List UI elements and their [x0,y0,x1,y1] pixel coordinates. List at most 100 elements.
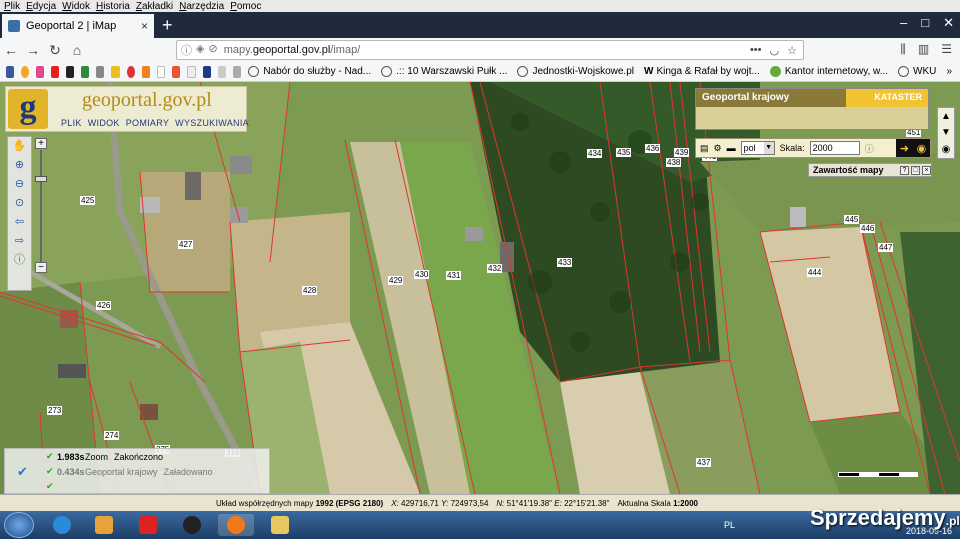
menu-narzedzia[interactable]: Narzędzia [179,1,224,12]
kataster-label[interactable]: KATASTER [846,89,928,107]
print-icon[interactable]: ▤ [700,143,709,154]
site-security-icons[interactable]: ⓘ ◈ ⊘ [181,42,218,58]
site-icon[interactable] [66,65,75,78]
bookmark-star-icon[interactable]: ☆ [787,44,797,57]
parcel-label: 444 [807,268,823,277]
map-content-panel[interactable]: Zawartość mapy ? □ × [808,163,932,177]
reload-icon[interactable]: ↻ [44,42,66,59]
url-bar[interactable]: ⓘ ◈ ⊘ mapy. geoportal.gov.pl/imap/ ••• ◡ ☆ [176,40,804,60]
taskbar-app[interactable] [262,514,298,536]
site-icon[interactable] [233,65,242,78]
menu-pomiary[interactable]: POMIARY [126,118,169,128]
new-tab-button[interactable]: + [162,16,173,34]
previous-view-icon[interactable]: ⇦ [8,213,31,232]
pocket-icon[interactable]: ◡ [770,44,780,57]
language-indicator[interactable]: PL [724,520,735,530]
site-icon[interactable] [126,65,135,78]
start-button[interactable] [4,512,34,538]
parcel-label: 433 [557,258,573,267]
side-buttons: ▲ ▼ ◉ [937,107,955,159]
menu-widok[interactable]: Widok [62,1,90,12]
bookmark-item[interactable]: .:: 10 Warszawski Pułk ... [381,66,507,77]
menu-plik-app[interactable]: PLIK [61,118,82,128]
help-small-icon[interactable]: ? [900,165,909,175]
minimize-icon[interactable]: – [900,15,907,31]
site-icon[interactable] [96,65,105,78]
overview-title: Geoportal krajowy [696,89,848,107]
library-icon[interactable]: ⫼ [900,42,906,57]
car-icon[interactable]: ▬ [727,143,736,153]
zoom-extent-icon[interactable]: ⊙ [8,194,31,213]
info-tool-icon[interactable]: ⓘ [8,251,31,270]
more-bookmarks-icon[interactable]: » [946,66,952,77]
up-arrow-icon[interactable]: ▲ [941,111,951,122]
close-panel-icon[interactable]: × [922,165,931,175]
site-icon[interactable] [156,65,166,78]
site-icon[interactable] [203,65,212,78]
menu-widok-app[interactable]: WIDOK [88,118,120,128]
menu-zakladki[interactable]: Zakładki [136,1,173,12]
log-row: 1.983s Zoom Zakończono [57,452,164,462]
zoom-minus-icon[interactable]: − [35,262,47,273]
menu-plik[interactable]: Plik [4,1,20,12]
taskbar-app[interactable] [130,514,166,536]
zoom-slider[interactable]: + − [35,138,47,274]
explorer-folder-icon [271,516,289,534]
geoportal-favicon-icon [8,20,20,32]
overview-panel[interactable]: Geoportal krajowy KATASTER [695,88,929,130]
site-icon[interactable] [187,65,197,78]
emoji-icon[interactable] [21,65,30,78]
arrow-right-icon[interactable]: ➜ [900,142,909,155]
chevron-down-icon[interactable]: ▼ [763,142,774,154]
checkmark-icon[interactable]: ✔ [17,464,28,480]
site-icon[interactable] [172,65,181,78]
language-select[interactable]: pol ▼ [740,141,775,155]
menu-pomoc[interactable]: Pomoc [230,1,261,12]
sidebar-icon[interactable]: ▥ [918,42,929,57]
overview-minimap[interactable] [696,107,928,129]
scale-input[interactable]: 2000 [809,141,860,155]
allegro-icon[interactable] [141,65,150,78]
settings-icon[interactable]: ⚙ [714,143,722,154]
next-view-icon[interactable]: ⇨ [8,232,31,251]
tab-geoportal[interactable]: Geoportal 2 | iMap × [2,14,154,38]
bookmark-item[interactable]: Jednostki-Wojskowe.pl [517,66,634,77]
site-icon[interactable] [36,65,45,78]
visibility-icon[interactable]: ◉ [942,144,951,155]
zoom-in-tool-icon[interactable]: ⊕ [8,156,31,175]
menu-edycja[interactable]: Edycja [26,1,56,12]
menu-historia[interactable]: Historia [96,1,130,12]
help-icon[interactable]: ⓘ [865,142,874,155]
forward-icon[interactable]: → [22,42,44,58]
restore-icon[interactable]: □ [911,165,920,175]
site-icon[interactable] [81,65,90,78]
info-icon: ⓘ [181,45,192,57]
eye-icon[interactable]: ◉ [917,142,927,155]
bookmark-item[interactable]: W Kinga & Rafał by wojt... [644,66,760,77]
bookmark-item[interactable]: WKU [898,66,936,77]
maximize-icon[interactable]: □ [921,15,929,31]
taskbar-app[interactable] [218,514,254,536]
down-arrow-icon[interactable]: ▼ [941,127,951,138]
hamburger-menu-icon[interactable]: ☰ [941,42,952,57]
taskbar-app[interactable] [44,514,80,536]
back-icon[interactable]: ← [0,42,22,58]
pan-hand-icon[interactable]: ✋ [8,137,31,156]
taskbar-app[interactable] [174,514,210,536]
zoom-out-tool-icon[interactable]: ⊖ [8,175,31,194]
close-window-icon[interactable]: ✕ [943,15,954,31]
youtube-icon[interactable] [51,65,60,78]
page-actions-icon[interactable]: ••• [750,44,762,57]
zoom-knob[interactable] [35,176,47,182]
bookmark-item[interactable]: Kantor internetowy, w... [769,66,888,77]
bookmark-item[interactable]: Nabór do służby - Nad... [248,66,371,77]
site-icon[interactable] [218,65,227,78]
home-icon[interactable]: ⌂ [66,42,88,58]
parcel-label: 434 [587,149,603,158]
facebook-icon[interactable] [6,65,15,78]
zoom-plus-icon[interactable]: + [35,138,47,149]
site-icon[interactable] [111,65,120,78]
menu-wyszukiwania[interactable]: WYSZUKIWANIA [175,118,249,128]
taskbar-app[interactable] [86,514,122,536]
tab-close-icon[interactable]: × [141,19,148,33]
